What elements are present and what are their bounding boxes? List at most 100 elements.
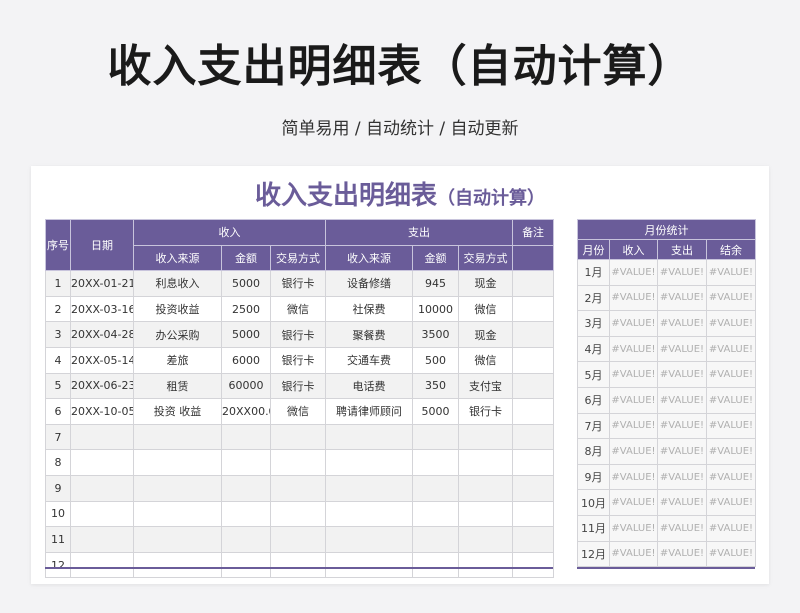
- cell-income-method[interactable]: 银行卡: [269, 321, 327, 348]
- cell-expense-amount[interactable]: 5000: [412, 398, 460, 425]
- monthly-cell-expense[interactable]: #VALUE!: [657, 361, 707, 388]
- cell-income-amount[interactable]: 60000: [221, 372, 271, 400]
- monthly-cell-month[interactable]: 8月: [577, 438, 610, 465]
- cell-income-source[interactable]: [133, 423, 222, 451]
- monthly-cell-income[interactable]: #VALUE!: [609, 412, 658, 440]
- cell-income-method[interactable]: 银行卡: [269, 372, 327, 400]
- monthly-cell-month[interactable]: 12月: [577, 540, 610, 568]
- monthly-cell-income[interactable]: #VALUE!: [609, 284, 658, 312]
- cell-note[interactable]: [512, 449, 555, 476]
- cell-expense-source[interactable]: [325, 526, 414, 553]
- cell-seq[interactable]: 10: [45, 500, 71, 528]
- cell-date[interactable]: 20XX-03-16: [70, 295, 134, 323]
- cell-date[interactable]: [70, 423, 134, 451]
- cell-expense-method[interactable]: 微信: [458, 295, 514, 323]
- cell-note[interactable]: [512, 398, 555, 425]
- cell-income-source[interactable]: [133, 526, 222, 553]
- cell-expense-amount[interactable]: 350: [412, 372, 460, 400]
- monthly-cell-income[interactable]: #VALUE!: [609, 259, 658, 286]
- cell-income-amount[interactable]: 2500: [221, 295, 271, 323]
- cell-income-method[interactable]: [269, 551, 327, 579]
- cell-income-source[interactable]: 租赁: [133, 372, 222, 400]
- monthly-cell-income[interactable]: #VALUE!: [609, 361, 658, 388]
- cell-seq[interactable]: 8: [45, 449, 71, 476]
- cell-income-method[interactable]: [269, 474, 327, 502]
- cell-note[interactable]: [512, 270, 555, 297]
- cell-seq[interactable]: 9: [45, 474, 71, 502]
- cell-expense-amount[interactable]: [412, 551, 460, 579]
- cell-date[interactable]: 20XX-01-21: [70, 270, 134, 297]
- monthly-cell-month[interactable]: 10月: [577, 489, 610, 516]
- cell-expense-amount[interactable]: 945: [412, 270, 460, 297]
- cell-income-amount[interactable]: [221, 500, 271, 528]
- cell-expense-amount[interactable]: [412, 474, 460, 502]
- cell-expense-amount[interactable]: 3500: [412, 321, 460, 348]
- cell-expense-method[interactable]: [458, 474, 514, 502]
- cell-expense-amount[interactable]: [412, 423, 460, 451]
- cell-expense-source[interactable]: [325, 474, 414, 502]
- monthly-cell-income[interactable]: #VALUE!: [609, 463, 658, 491]
- cell-expense-source[interactable]: [325, 449, 414, 476]
- monthly-cell-balance[interactable]: #VALUE!: [706, 361, 756, 388]
- monthly-cell-month[interactable]: 7月: [577, 412, 610, 440]
- monthly-cell-expense[interactable]: #VALUE!: [657, 540, 707, 568]
- monthly-cell-month[interactable]: 4月: [577, 335, 610, 363]
- cell-expense-amount[interactable]: 10000: [412, 295, 460, 323]
- cell-date[interactable]: 20XX-05-14: [70, 346, 134, 374]
- cell-income-method[interactable]: [269, 500, 327, 528]
- monthly-cell-balance[interactable]: #VALUE!: [706, 412, 756, 440]
- cell-income-source[interactable]: 差旅: [133, 346, 222, 374]
- monthly-cell-expense[interactable]: #VALUE!: [657, 335, 707, 363]
- cell-expense-method[interactable]: 支付宝: [458, 372, 514, 400]
- cell-income-amount[interactable]: [221, 474, 271, 502]
- monthly-cell-month[interactable]: 3月: [577, 310, 610, 337]
- cell-income-amount[interactable]: [221, 526, 271, 553]
- cell-expense-source[interactable]: 交通车费: [325, 346, 414, 374]
- cell-income-source[interactable]: [133, 551, 222, 579]
- monthly-cell-balance[interactable]: #VALUE!: [706, 386, 756, 414]
- cell-date[interactable]: 20XX-06-23: [70, 372, 134, 400]
- cell-note[interactable]: [512, 423, 555, 451]
- monthly-cell-month[interactable]: 2月: [577, 284, 610, 312]
- cell-date[interactable]: [70, 449, 134, 476]
- cell-expense-source[interactable]: [325, 423, 414, 451]
- cell-expense-method[interactable]: [458, 526, 514, 553]
- cell-note[interactable]: [512, 526, 555, 553]
- monthly-cell-month[interactable]: 5月: [577, 361, 610, 388]
- cell-income-source[interactable]: 利息收入: [133, 270, 222, 297]
- cell-income-method[interactable]: [269, 526, 327, 553]
- cell-note[interactable]: [512, 295, 555, 323]
- monthly-cell-balance[interactable]: #VALUE!: [706, 514, 756, 542]
- cell-income-source[interactable]: 办公采购: [133, 321, 222, 348]
- cell-date[interactable]: 20XX-04-28: [70, 321, 134, 348]
- cell-expense-method[interactable]: 现金: [458, 321, 514, 348]
- cell-expense-method[interactable]: 银行卡: [458, 398, 514, 425]
- monthly-cell-expense[interactable]: #VALUE!: [657, 438, 707, 465]
- cell-note[interactable]: [512, 372, 555, 400]
- cell-expense-method[interactable]: [458, 449, 514, 476]
- cell-income-amount[interactable]: 5000: [221, 270, 271, 297]
- cell-expense-source[interactable]: 聘请律师顾问: [325, 398, 414, 425]
- cell-seq[interactable]: 12: [45, 551, 71, 579]
- cell-expense-amount[interactable]: [412, 526, 460, 553]
- cell-date[interactable]: [70, 474, 134, 502]
- monthly-cell-expense[interactable]: #VALUE!: [657, 259, 707, 286]
- monthly-cell-balance[interactable]: #VALUE!: [706, 540, 756, 568]
- cell-date[interactable]: [70, 526, 134, 553]
- monthly-cell-expense[interactable]: #VALUE!: [657, 514, 707, 542]
- monthly-cell-balance[interactable]: #VALUE!: [706, 335, 756, 363]
- monthly-cell-income[interactable]: #VALUE!: [609, 514, 658, 542]
- monthly-cell-balance[interactable]: #VALUE!: [706, 489, 756, 516]
- cell-income-method[interactable]: [269, 449, 327, 476]
- monthly-cell-income[interactable]: #VALUE!: [609, 335, 658, 363]
- cell-expense-method[interactable]: 微信: [458, 346, 514, 374]
- cell-expense-method[interactable]: 现金: [458, 270, 514, 297]
- cell-date[interactable]: [70, 500, 134, 528]
- cell-income-amount[interactable]: [221, 551, 271, 579]
- monthly-cell-income[interactable]: #VALUE!: [609, 540, 658, 568]
- monthly-cell-income[interactable]: #VALUE!: [609, 489, 658, 516]
- monthly-cell-expense[interactable]: #VALUE!: [657, 284, 707, 312]
- cell-seq[interactable]: 11: [45, 526, 71, 553]
- cell-date[interactable]: 20XX-10-05: [70, 398, 134, 425]
- monthly-cell-expense[interactable]: #VALUE!: [657, 463, 707, 491]
